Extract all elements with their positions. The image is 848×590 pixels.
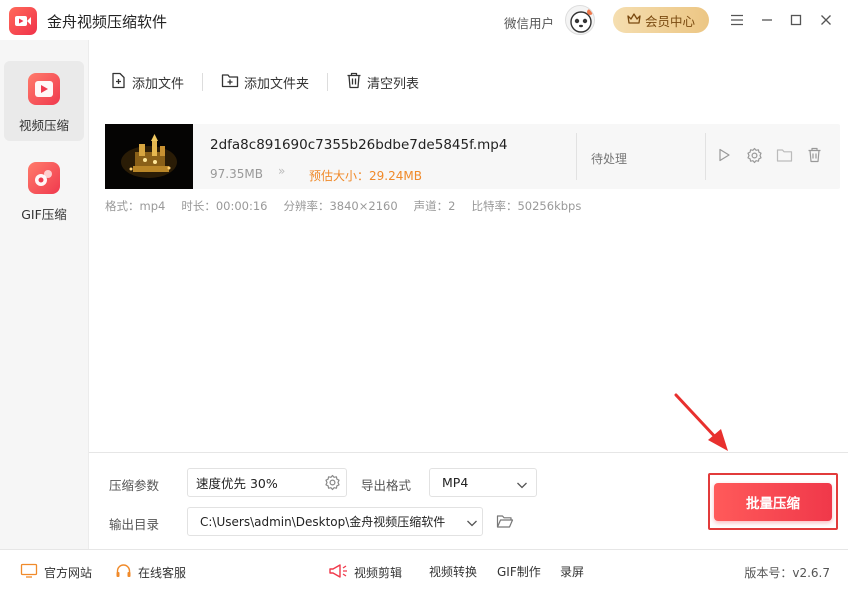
video-convert-link[interactable]: 视频转换 — [429, 563, 477, 580]
estimated-size: 预估大小：29.24MB — [309, 169, 422, 183]
file-meta: 格式：mp4 时长：00:00:16 分辨率：3840×2160 声道：2 比特… — [105, 198, 581, 214]
add-folder-label: 添加文件夹 — [244, 76, 310, 92]
add-file-label: 添加文件 — [132, 76, 185, 92]
meta-duration: 时长：00:00:16 — [181, 199, 268, 213]
gif-make-label: GIF制作 — [497, 565, 541, 579]
footer-bar: 官方网站 在线客服 视频剪辑 视频转换 GIF制作 录屏 版本号：v2.6.7 — [0, 549, 848, 590]
minimize-icon[interactable] — [757, 10, 777, 30]
user-avatar[interactable] — [565, 5, 595, 35]
red-arrow-annotation — [674, 393, 728, 451]
maximize-icon[interactable] — [786, 10, 806, 30]
clear-list-label: 清空列表 — [367, 76, 420, 92]
file-toolbar: 添加文件 添加文件夹 清空列表 — [110, 70, 419, 94]
sidebar-item-video-compress[interactable]: 视频压缩 — [4, 61, 84, 141]
file-name: 2dfa8c891690c7355b26bdbe7de5845f.mp4 — [210, 137, 508, 153]
delete-icon[interactable] — [805, 146, 823, 164]
browse-folder-icon[interactable] — [496, 514, 514, 533]
output-dir-label: 输出目录 — [109, 517, 160, 532]
app-title: 金舟视频压缩软件 — [47, 13, 168, 31]
member-center-label: 会员中心 — [644, 13, 695, 29]
chevron-down-icon — [466, 517, 478, 531]
screen-record-label: 录屏 — [560, 565, 585, 579]
batch-compress-button[interactable]: 批量压缩 — [714, 483, 832, 521]
chevron-down-icon — [516, 478, 528, 493]
batch-compress-highlight: 批量压缩 — [708, 473, 838, 530]
gear-icon[interactable] — [324, 474, 341, 494]
export-format-select[interactable]: MP4 — [429, 468, 537, 497]
crown-icon — [627, 12, 641, 28]
meta-bitrate: 比特率：50256kbps — [471, 199, 582, 213]
file-status: 待处理 — [591, 152, 628, 166]
file-list-item[interactable]: 2dfa8c891690c7355b26bdbe7de5845f.mp4 97.… — [105, 124, 840, 189]
row-divider — [576, 133, 577, 180]
version-label: 版本号：v2.6.7 — [744, 566, 830, 580]
video-edit-link[interactable]: 视频剪辑 — [328, 563, 402, 582]
title-bar: 金舟视频压缩软件 微信用户 会员中心 — [0, 0, 848, 40]
app-window: 金舟视频压缩软件 微信用户 会员中心 视频压缩 GIF压缩 添加文件 添加文件夹… — [0, 0, 848, 590]
output-dir-select[interactable]: C:\Users\admin\Desktop\金舟视频压缩软件 — [187, 507, 483, 536]
meta-resolution: 分辨率：3840×2160 — [283, 199, 398, 213]
video-convert-label: 视频转换 — [429, 565, 478, 579]
sidebar-item-label: 视频压缩 — [18, 118, 69, 133]
row-divider — [705, 133, 706, 180]
add-file-icon — [110, 72, 127, 93]
close-icon[interactable] — [816, 10, 836, 30]
sidebar: 视频压缩 GIF压缩 — [0, 40, 89, 549]
output-dir-value: C:\Users\admin\Desktop\金舟视频压缩软件 — [200, 515, 446, 529]
open-folder-icon[interactable] — [775, 146, 793, 164]
file-size: 97.35MB — [210, 167, 263, 181]
sidebar-item-label: GIF压缩 — [21, 207, 67, 222]
user-name[interactable]: 微信用户 — [504, 13, 554, 32]
double-chevron-right-icon: » — [278, 164, 286, 178]
headset-icon — [115, 563, 132, 582]
online-support-label: 在线客服 — [138, 566, 187, 580]
official-website-link[interactable]: 官方网站 — [20, 563, 92, 581]
export-format-label: 导出格式 — [361, 478, 412, 493]
screen-record-link[interactable]: 录屏 — [560, 563, 584, 580]
compress-param-field[interactable]: 速度优先 30% — [187, 468, 347, 497]
sidebar-item-gif-compress[interactable]: GIF压缩 — [4, 150, 84, 230]
video-compress-icon — [28, 73, 60, 105]
monitor-icon — [20, 563, 38, 581]
meta-format: 格式：mp4 — [105, 199, 166, 213]
menu-icon[interactable] — [727, 10, 747, 30]
add-folder-icon — [221, 72, 239, 93]
online-support-link[interactable]: 在线客服 — [115, 563, 186, 582]
toolbar-divider — [202, 73, 204, 91]
clear-list-button[interactable]: 清空列表 — [346, 72, 419, 93]
video-thumbnail — [105, 124, 193, 189]
megaphone-icon — [328, 563, 348, 582]
compress-param-value: 速度优先 30% — [196, 476, 278, 491]
add-file-button[interactable]: 添加文件 — [110, 72, 184, 93]
video-edit-label: 视频剪辑 — [354, 566, 403, 580]
row-actions — [715, 146, 823, 164]
official-website-label: 官方网站 — [44, 565, 93, 580]
add-folder-button[interactable]: 添加文件夹 — [221, 72, 309, 93]
app-logo-icon — [9, 7, 37, 35]
gif-compress-icon — [28, 162, 60, 194]
compress-settings-panel: 压缩参数 速度优先 30% 导出格式 MP4 输出目录 C:\Users\adm… — [89, 452, 848, 549]
gif-make-link[interactable]: GIF制作 — [497, 563, 541, 580]
gear-icon[interactable] — [745, 146, 763, 164]
trash-icon — [346, 72, 362, 93]
meta-channels: 声道：2 — [413, 199, 456, 213]
play-icon[interactable] — [715, 146, 733, 164]
member-center-button[interactable]: 会员中心 — [613, 7, 709, 33]
toolbar-divider — [327, 73, 329, 91]
export-format-value: MP4 — [442, 475, 469, 490]
compress-param-label: 压缩参数 — [109, 478, 160, 493]
